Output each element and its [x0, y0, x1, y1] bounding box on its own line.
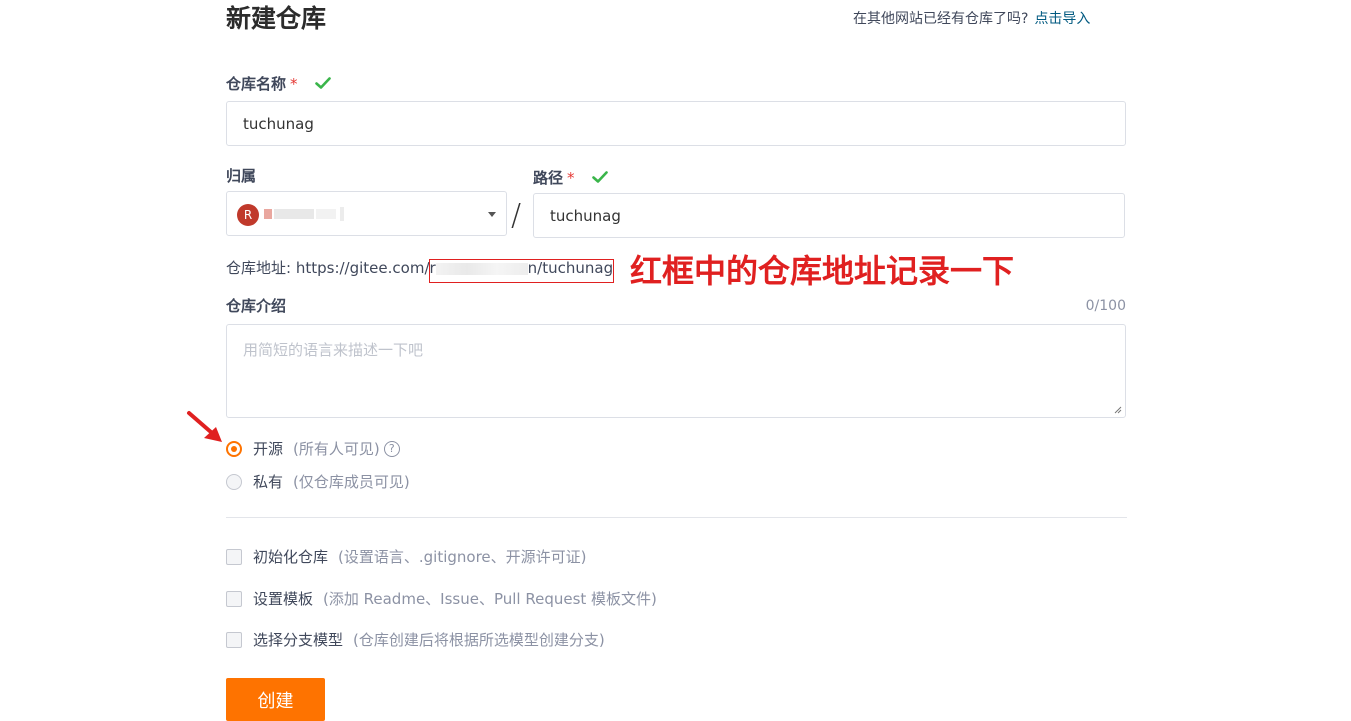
redacted-owner-name — [264, 207, 344, 221]
path-label-text: 路径 — [533, 169, 564, 187]
option-init-repo-hint: (设置语言、.gitignore、开源许可证) — [338, 548, 587, 566]
repo-name-value: tuchunag — [243, 114, 314, 133]
resize-handle-icon[interactable] — [1114, 406, 1122, 414]
owner-select[interactable]: R — [226, 191, 507, 236]
page-title: 新建仓库 — [226, 4, 327, 33]
required-mark: * — [567, 169, 575, 187]
visibility-public-label: 开源 — [253, 440, 284, 458]
import-prompt: 在其他网站已经有仓库了吗? — [853, 11, 1029, 27]
check-icon — [314, 77, 331, 89]
owner-label: 归属 — [226, 167, 257, 185]
option-init-repo[interactable]: 初始化仓库 (设置语言、.gitignore、开源许可证) — [226, 547, 587, 567]
chevron-down-icon — [488, 212, 496, 217]
path-value: tuchunag — [550, 206, 621, 225]
option-template-hint: (添加 Readme、Issue、Pull Request 模板文件) — [323, 590, 657, 608]
option-init-repo-label: 初始化仓库 — [253, 548, 329, 566]
import-link[interactable]: 点击导入 — [1034, 11, 1090, 27]
checkbox-template[interactable] — [226, 591, 242, 607]
annotation-highlight-box — [429, 259, 614, 283]
visibility-private-hint: (仅仓库成员可见) — [293, 473, 410, 491]
option-branch-model[interactable]: 选择分支模型 (仓库创建后将根据所选模型创建分支) — [226, 630, 605, 650]
checkbox-branch-model[interactable] — [226, 632, 242, 648]
create-button[interactable]: 创建 — [226, 678, 325, 721]
required-mark: * — [290, 75, 298, 93]
description-label: 仓库介绍 — [226, 297, 287, 315]
visibility-private-label: 私有 — [253, 473, 284, 491]
radio-public[interactable] — [226, 441, 242, 457]
check-icon — [591, 171, 608, 183]
visibility-option-public[interactable]: 开源 (所有人可见) ? — [226, 439, 400, 459]
repo-name-input[interactable]: tuchunag — [226, 101, 1126, 146]
annotation-arrow-icon — [187, 411, 222, 442]
option-branch-model-label: 选择分支模型 — [253, 631, 344, 649]
path-label: 路径 * — [533, 168, 608, 188]
option-template[interactable]: 设置模板 (添加 Readme、Issue、Pull Request 模板文件) — [226, 589, 657, 609]
description-textarea[interactable]: 用简短的语言来描述一下吧 — [226, 324, 1126, 418]
option-branch-model-hint: (仓库创建后将根据所选模型创建分支) — [353, 631, 605, 649]
repo-name-label: 仓库名称 * — [226, 74, 331, 94]
divider — [226, 517, 1127, 518]
avatar: R — [237, 204, 259, 226]
option-template-label: 设置模板 — [253, 590, 314, 608]
radio-private[interactable] — [226, 474, 242, 490]
visibility-option-private[interactable]: 私有 (仅仓库成员可见) — [226, 472, 410, 492]
checkbox-init-repo[interactable] — [226, 549, 242, 565]
description-placeholder: 用简短的语言来描述一下吧 — [243, 341, 424, 359]
repo-address-label: 仓库地址: — [226, 259, 292, 277]
visibility-public-hint: (所有人可见) — [293, 440, 380, 458]
repo-name-label-text: 仓库名称 — [226, 75, 287, 93]
help-icon[interactable]: ? — [383, 441, 400, 457]
import-hint: 在其他网站已经有仓库了吗? 点击导入 — [853, 9, 1090, 29]
repo-address-prefix: https://gitee.com/r — [295, 259, 436, 277]
path-input[interactable]: tuchunag — [533, 193, 1125, 238]
char-counter: 0/100 — [1085, 298, 1126, 314]
annotation-text: 红框中的仓库地址记录一下 — [630, 252, 1015, 290]
path-separator: / — [511, 198, 522, 233]
